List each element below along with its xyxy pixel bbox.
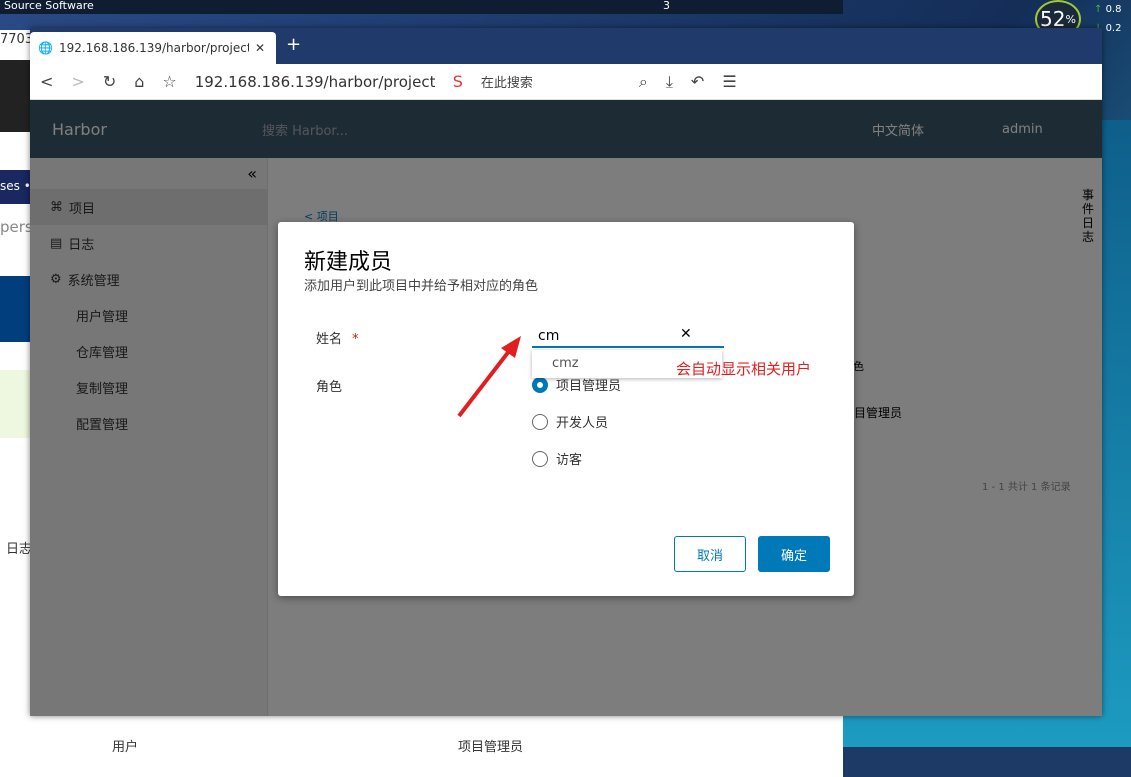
cancel-button[interactable]: 取消 <box>674 536 746 572</box>
behind-row-role: 项目管理员 <box>458 740 524 755</box>
browser-tab[interactable]: 🌐 192.168.186.139/harbor/projects/ ✕ <box>30 32 276 64</box>
name-label: 姓名 * <box>316 328 359 347</box>
role-guest-label: 访客 <box>556 453 583 468</box>
taskbar-app-label: Source Software <box>4 0 94 12</box>
name-label-text: 姓名 <box>316 332 343 347</box>
reload-icon[interactable]: ↻ <box>103 72 116 91</box>
name-input[interactable]: cm <box>532 326 724 348</box>
new-member-dialog: 新建成员 添加用户到此项目中并给予相对应的角色 姓名 * cm ✕ 角色 项目管… <box>278 222 854 596</box>
globe-icon: 🌐 <box>38 41 53 55</box>
star-icon[interactable]: ☆ <box>162 72 176 91</box>
dialog-title: 新建成员 <box>304 250 393 275</box>
close-tab-icon[interactable]: ✕ <box>255 41 265 55</box>
cpu-unit: % <box>1065 12 1076 26</box>
role-developer-label: 开发人员 <box>556 416 609 431</box>
ok-button[interactable]: 确定 <box>758 536 830 572</box>
role-option-developer[interactable]: 开发人员 <box>532 412 608 431</box>
home-icon[interactable]: ⌂ <box>134 72 144 91</box>
taskbar-count: 3 <box>663 0 670 12</box>
net-up: 0.8 <box>1105 4 1122 15</box>
tab-title: 192.168.186.139/harbor/projects/ <box>58 41 249 55</box>
clear-icon[interactable]: ✕ <box>680 326 692 342</box>
behind-tab: 日志 <box>6 542 33 557</box>
radio-admin[interactable] <box>532 376 548 393</box>
radio-developer[interactable] <box>532 413 548 430</box>
search-engine-icon[interactable]: S <box>453 72 463 91</box>
back-icon[interactable]: < <box>40 72 53 91</box>
net-down: 0.2 <box>1105 23 1122 34</box>
role-label: 角色 <box>316 380 343 395</box>
search-icon[interactable]: ⌕ <box>639 72 648 92</box>
dialog-subtitle: 添加用户到此项目中并给予相对应的角色 <box>304 279 539 294</box>
forward-icon[interactable]: > <box>71 72 84 91</box>
role-option-guest[interactable]: 访客 <box>532 449 582 468</box>
search-label[interactable]: 在此搜索 <box>481 72 621 91</box>
radio-guest[interactable] <box>532 450 548 467</box>
annotation-arrow <box>457 336 521 418</box>
navigation-bar: < > ↻ ⌂ ☆ 192.168.186.139/harbor/projects/3/… <box>30 64 1102 100</box>
taskbar: Source Software 3 <box>0 0 843 14</box>
new-tab-button[interactable]: + <box>286 34 301 55</box>
menu-icon[interactable]: ☰ <box>722 72 736 91</box>
tab-bar: 🌐 192.168.186.139/harbor/projects/ ✕ + <box>30 28 1102 64</box>
behind-row-user: 用户 <box>112 740 139 755</box>
behind-input: pers <box>0 218 33 236</box>
annotation-text: 会自动显示相关用户 <box>676 360 812 378</box>
download-icon[interactable]: ⤓ <box>666 72 673 92</box>
undo-icon[interactable]: ↶ <box>691 72 704 91</box>
behind-left-text: 7703 <box>0 32 34 47</box>
address-bar[interactable]: 192.168.186.139/harbor/projects/3/ <box>195 73 435 91</box>
required-mark: * <box>352 332 359 347</box>
